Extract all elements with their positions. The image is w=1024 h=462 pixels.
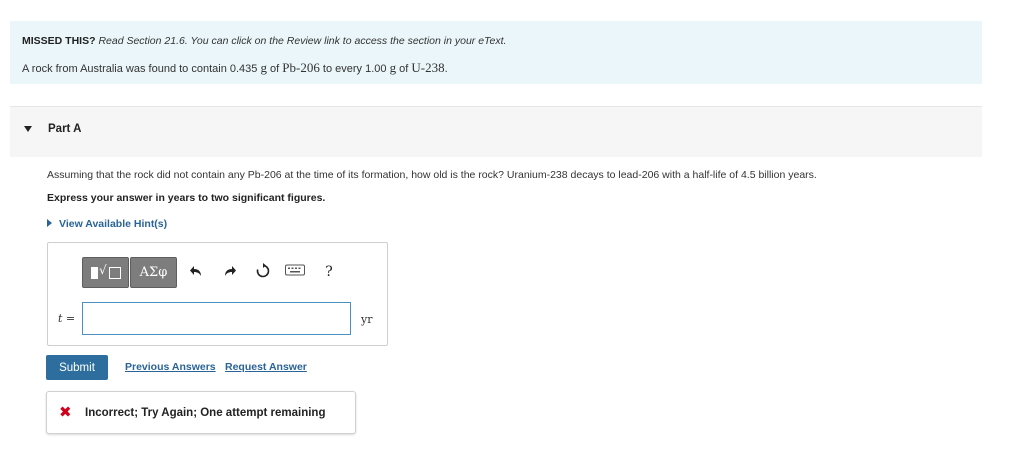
hint-label: View Available Hint(s) xyxy=(59,218,168,230)
answer-format-instruction: Express your answer in years to two sign… xyxy=(47,192,326,204)
to-every-text: to every 1.00 xyxy=(322,63,387,75)
missed-this-text: MISSED THIS? Read Section 21.6. You can … xyxy=(22,35,506,47)
equals-sign: = xyxy=(65,312,76,325)
answer-input-panel: √ ΑΣφ ? t = yr xyxy=(47,242,388,346)
unit-g-2: g xyxy=(389,60,397,75)
variable-symbol: t xyxy=(58,312,63,325)
unit-label: yr xyxy=(361,313,373,326)
variable-label: t = xyxy=(58,312,75,325)
template-block-icon xyxy=(91,267,98,279)
error-x-icon: ✖ xyxy=(59,404,72,421)
of-1: of xyxy=(270,63,280,75)
unit-g-1: g xyxy=(260,60,267,75)
greek-symbols-button[interactable]: ΑΣφ xyxy=(130,257,177,288)
redo-icon[interactable] xyxy=(220,263,238,281)
reset-icon[interactable] xyxy=(254,263,272,281)
review-instructions: Read Section 21.6. You can click on the … xyxy=(98,35,507,47)
templates-button[interactable]: √ xyxy=(82,257,129,288)
expand-triangle-icon xyxy=(47,219,52,227)
submit-button[interactable]: Submit xyxy=(46,355,108,380)
question-text: Assuming that the rock did not contain a… xyxy=(47,169,817,181)
of-2: of xyxy=(399,63,409,75)
undo-icon[interactable] xyxy=(188,263,206,281)
u-isotope: U-238 xyxy=(411,60,445,75)
keyboard-icon[interactable] xyxy=(284,263,306,281)
answer-field[interactable] xyxy=(82,302,351,335)
collapse-triangle-icon[interactable] xyxy=(24,126,32,132)
feedback-text: Incorrect; Try Again; One attempt remain… xyxy=(85,407,326,419)
radical-icon: √ xyxy=(99,263,107,277)
part-a-header[interactable]: Part A xyxy=(10,106,982,157)
rock-text: A rock from Australia was found to conta… xyxy=(22,63,258,75)
previous-answers-link[interactable]: Previous Answers xyxy=(125,361,216,373)
period: . xyxy=(444,63,448,75)
view-hints-link[interactable]: View Available Hint(s) xyxy=(47,218,167,230)
template-box-icon xyxy=(109,267,121,279)
request-answer-link[interactable]: Request Answer xyxy=(225,361,307,373)
missed-this-label: MISSED THIS? xyxy=(22,35,96,47)
missed-this-info-box: MISSED THIS? Read Section 21.6. You can … xyxy=(10,21,982,84)
part-label: Part A xyxy=(48,123,82,135)
feedback-box: ✖ Incorrect; Try Again; One attempt rema… xyxy=(46,391,356,434)
problem-statement: A rock from Australia was found to conta… xyxy=(22,60,448,76)
help-icon[interactable]: ? xyxy=(320,263,338,281)
pb-isotope: Pb-206 xyxy=(282,60,320,75)
